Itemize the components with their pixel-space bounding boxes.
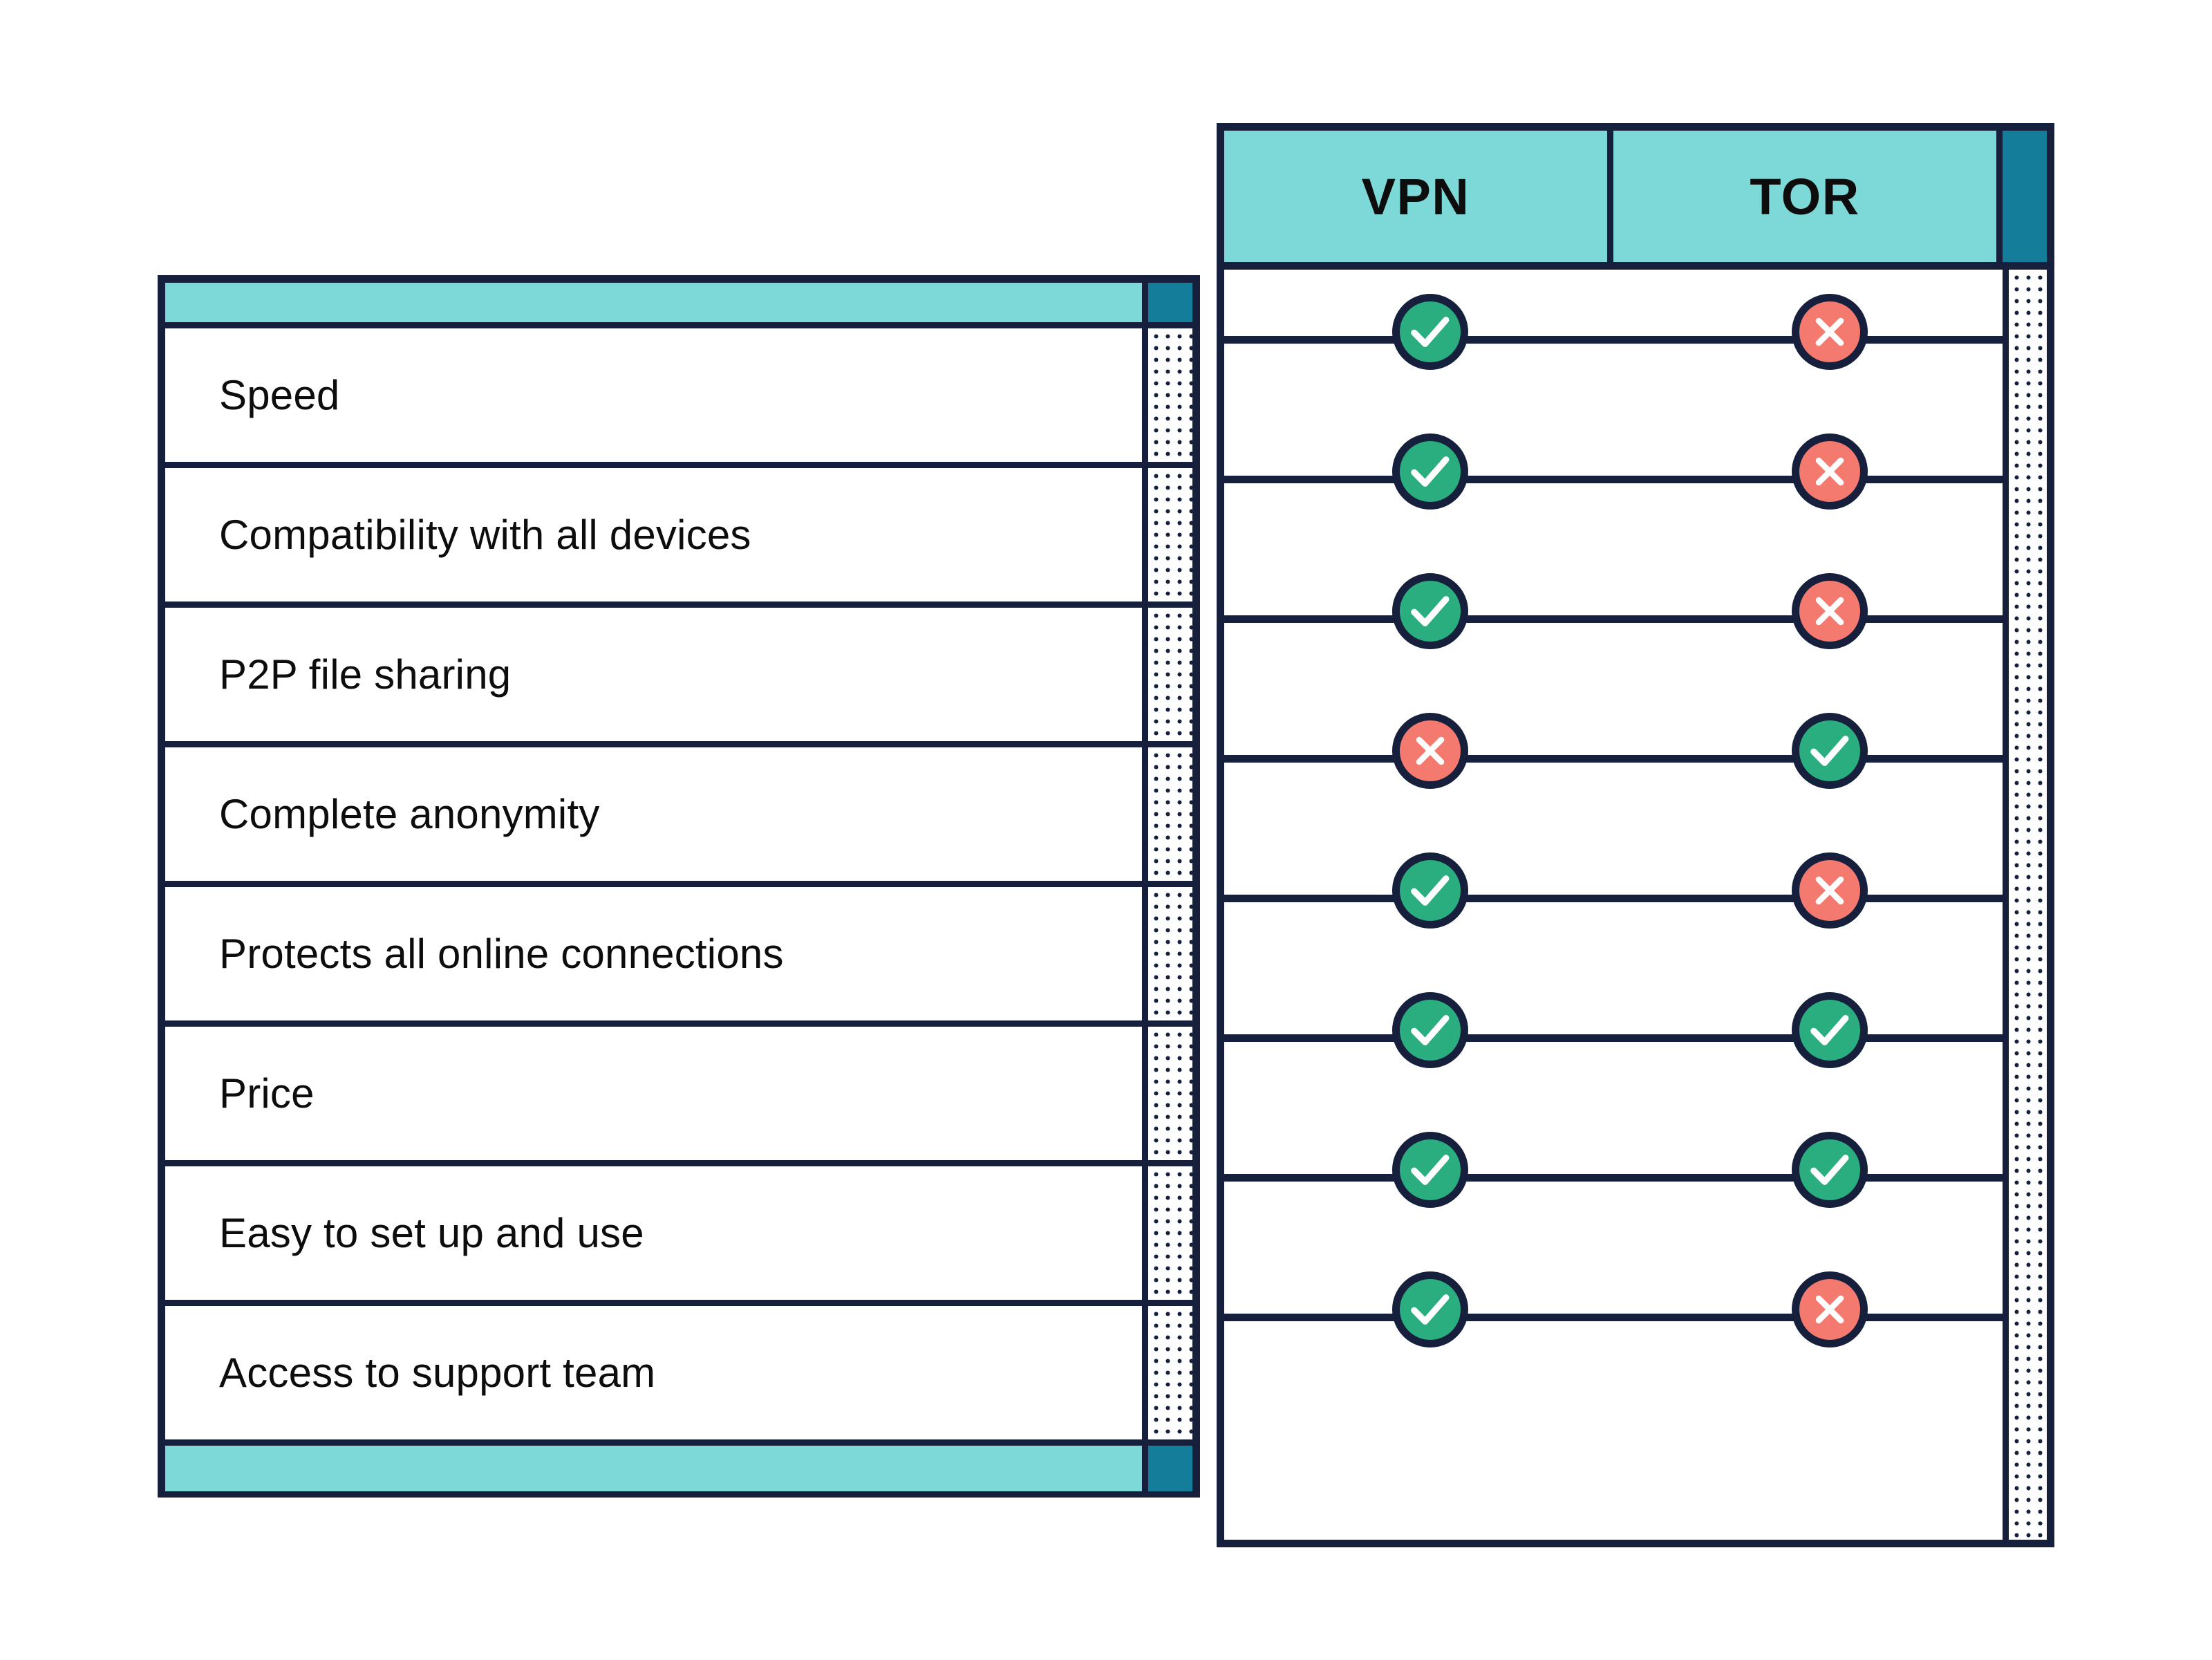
feature-label: Price (219, 1070, 315, 1117)
feature-label: Complete anonymity (219, 791, 600, 837)
cross-icon-vpn-row-4 (1392, 713, 1468, 789)
cross-icon-tor-row-2 (1792, 433, 1868, 510)
column-header-tor-label: TOR (1750, 167, 1860, 225)
feature-row: Price (165, 1027, 1192, 1166)
feature-label: Access to support team (219, 1350, 656, 1396)
feature-label-cell: Compatibility with all devices (165, 468, 1148, 601)
feature-row: Access to support team (165, 1306, 1192, 1446)
row-connector-line (1224, 475, 2003, 483)
icon-grid (1224, 270, 2003, 1540)
cross-icon-tor-row-5 (1792, 852, 1868, 929)
feature-label-cell: Easy to set up and use (165, 1166, 1148, 1300)
cross-icon-tor-row-1 (1792, 294, 1868, 370)
left-panel-bottom-bar-fill (165, 1446, 1148, 1491)
check-icon-vpn-row-1 (1392, 294, 1468, 370)
feature-label: P2P file sharing (219, 651, 512, 698)
feature-label-cell: Price (165, 1027, 1148, 1160)
feature-label-cell: P2P file sharing (165, 608, 1148, 741)
feature-row: Speed (165, 328, 1192, 468)
comparison-table-figure: Speed Compatibility with all devices P2P… (0, 0, 2212, 1660)
dotted-strip (1148, 1166, 1192, 1300)
check-icon-tor-row-4 (1792, 713, 1868, 789)
feature-label-cell: Speed (165, 328, 1148, 462)
dotted-strip (1148, 1027, 1192, 1160)
check-icon-vpn-row-8 (1392, 1271, 1468, 1347)
row-connector-line (1224, 894, 2003, 902)
left-panel-bottom-bar-accent (1148, 1446, 1192, 1491)
feature-row: Compatibility with all devices (165, 468, 1192, 608)
feature-label: Easy to set up and use (219, 1210, 644, 1256)
left-panel-top-bar-fill (165, 283, 1148, 322)
column-header-vpn: VPN (1224, 131, 1613, 262)
row-connector-line (1224, 1313, 2003, 1321)
body-dotted-strip (2003, 270, 2047, 1540)
row-connector-line (1224, 615, 2003, 623)
feature-label-cell: Complete anonymity (165, 747, 1148, 881)
check-icon-vpn-row-3 (1392, 573, 1468, 649)
dotted-strip (1148, 468, 1192, 601)
header-accent-strip (2003, 131, 2047, 262)
dotted-strip (1148, 747, 1192, 881)
feature-label-cell: Access to support team (165, 1306, 1148, 1439)
comparison-header: VPN TOR (1217, 123, 2054, 270)
check-icon-tor-row-7 (1792, 1132, 1868, 1208)
check-icon-vpn-row-5 (1392, 852, 1468, 929)
feature-row: Complete anonymity (165, 747, 1192, 887)
feature-label-cell: Protects all online connections (165, 887, 1148, 1020)
feature-row: P2P file sharing (165, 608, 1192, 747)
row-connector-line (1224, 754, 2003, 763)
dotted-strip (1148, 887, 1192, 1020)
column-header-vpn-label: VPN (1361, 167, 1470, 225)
comparison-body (1217, 270, 2054, 1547)
dotted-strip (1148, 1306, 1192, 1439)
left-panel-top-bar-accent (1148, 283, 1192, 322)
left-panel-top-bar (165, 283, 1192, 328)
check-icon-vpn-row-7 (1392, 1132, 1468, 1208)
check-icon-vpn-row-6 (1392, 992, 1468, 1068)
check-icon-tor-row-6 (1792, 992, 1868, 1068)
feature-row: Protects all online connections (165, 887, 1192, 1027)
feature-label: Compatibility with all devices (219, 512, 751, 558)
dotted-strip (1148, 328, 1192, 462)
feature-label: Speed (219, 372, 340, 418)
feature-row: Easy to set up and use (165, 1166, 1192, 1306)
check-icon-vpn-row-2 (1392, 433, 1468, 510)
dotted-strip (1148, 608, 1192, 741)
cross-icon-tor-row-3 (1792, 573, 1868, 649)
feature-label-panel: Speed Compatibility with all devices P2P… (158, 275, 1200, 1498)
column-header-tor: TOR (1613, 131, 2003, 262)
row-connector-line (1224, 1173, 2003, 1182)
feature-label: Protects all online connections (219, 931, 784, 977)
cross-icon-tor-row-8 (1792, 1271, 1868, 1347)
row-connector-line (1224, 335, 2003, 344)
left-panel-bottom-bar (165, 1446, 1192, 1491)
row-connector-line (1224, 1034, 2003, 1042)
